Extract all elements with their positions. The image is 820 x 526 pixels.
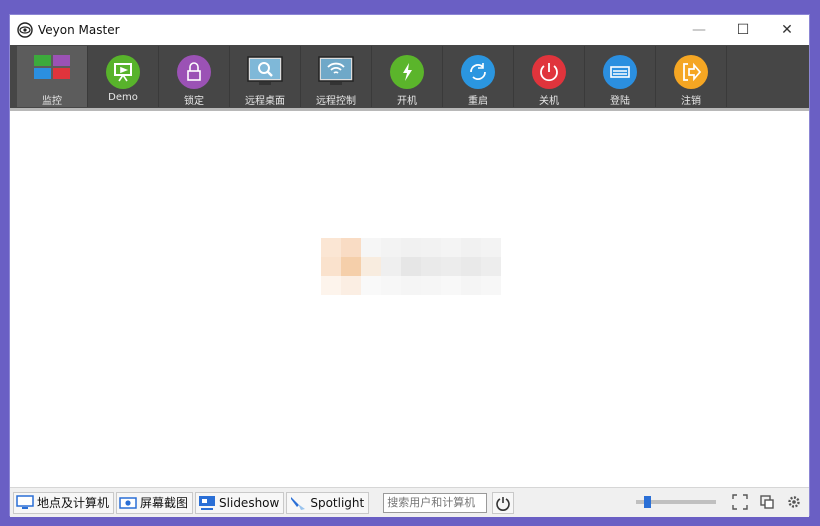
lock-icon bbox=[177, 55, 211, 89]
power-menu-button[interactable] bbox=[492, 491, 515, 514]
computer-monitoring-area[interactable] bbox=[10, 111, 809, 487]
main-toolbar: 监控 Demo 锁定 远程桌面 远程控制 开机 重启 关机 登陆 注销 bbox=[10, 45, 809, 108]
search-input[interactable] bbox=[383, 492, 488, 513]
toolbar-lock-button[interactable]: 锁定 bbox=[159, 46, 230, 107]
toolbar-login-button[interactable]: 登陆 bbox=[585, 46, 656, 107]
title-bar: Veyon Master — ☐ ✕ bbox=[10, 15, 809, 45]
maximize-button[interactable]: ☐ bbox=[721, 15, 765, 45]
power-icon bbox=[496, 496, 511, 511]
toolbar-remote-view-button[interactable]: 远程桌面 bbox=[230, 46, 301, 107]
remote-view-icon bbox=[247, 56, 283, 85]
toolbar-monitoring-button[interactable]: 监控 bbox=[17, 46, 88, 107]
arrange-button[interactable] bbox=[756, 492, 778, 512]
slideshow-icon bbox=[199, 495, 216, 510]
toolbar-remote-control-button[interactable]: 远程控制 bbox=[301, 46, 372, 107]
screenshot-icon bbox=[119, 496, 137, 509]
toolbar-label: 关机 bbox=[539, 96, 559, 107]
power-off-icon bbox=[532, 55, 566, 89]
blurred-placeholder-image bbox=[321, 238, 501, 295]
gear-icon bbox=[788, 496, 800, 508]
toolbar-label: 注销 bbox=[681, 96, 701, 107]
toolbar-power-on-button[interactable]: 开机 bbox=[372, 46, 443, 107]
toolbar-logout-button[interactable]: 注销 bbox=[656, 46, 727, 107]
fit-view-icon bbox=[732, 494, 748, 510]
toolbar-label: 开机 bbox=[397, 96, 417, 107]
computer-monitor-icon bbox=[16, 494, 34, 509]
auto-fit-button[interactable] bbox=[729, 492, 751, 512]
demo-presentation-icon bbox=[106, 55, 140, 89]
monitor-grid-icon bbox=[34, 55, 70, 79]
window-controls: — ☐ ✕ bbox=[677, 15, 809, 45]
toolbar-label: 锁定 bbox=[184, 96, 204, 107]
screenshots-panel-button[interactable]: 屏幕截图 bbox=[116, 491, 194, 514]
toolbar-label: 监控 bbox=[42, 96, 62, 107]
slideshow-label: Slideshow bbox=[219, 495, 280, 510]
zoom-slider[interactable] bbox=[636, 496, 716, 508]
screenshots-label: 屏幕截图 bbox=[140, 496, 189, 510]
minimize-button[interactable]: — bbox=[677, 15, 721, 45]
zoom-slider-handle[interactable] bbox=[644, 496, 651, 508]
toolbar-reboot-button[interactable]: 重启 bbox=[443, 46, 514, 107]
toolbar-label: Demo bbox=[108, 92, 138, 103]
settings-button[interactable] bbox=[783, 492, 805, 512]
arrange-icon bbox=[760, 495, 774, 509]
toolbar-label: 重启 bbox=[468, 96, 488, 107]
view-controls bbox=[636, 492, 805, 512]
toolbar-label: 登陆 bbox=[610, 96, 630, 107]
spotlight-icon bbox=[291, 496, 306, 510]
toolbar-power-off-button[interactable]: 关机 bbox=[514, 46, 585, 107]
toolbar-demo-button[interactable]: Demo bbox=[88, 46, 159, 107]
window-title: Veyon Master bbox=[38, 23, 120, 37]
logout-icon bbox=[674, 55, 708, 89]
remote-control-icon bbox=[318, 56, 354, 85]
spotlight-label: Spotlight bbox=[310, 495, 365, 510]
maximize-icon: ☐ bbox=[736, 22, 750, 38]
locations-panel-button[interactable]: 地点及计算机 bbox=[13, 491, 115, 514]
toolbar-label: 远程桌面 bbox=[245, 96, 285, 107]
minimize-icon: — bbox=[692, 22, 706, 38]
toolbar-label: 远程控制 bbox=[316, 96, 356, 107]
power-on-icon bbox=[390, 55, 424, 89]
main-window: Veyon Master — ☐ ✕ 监控 Demo 锁定 远程桌面 远程控制 … bbox=[9, 14, 810, 517]
close-button[interactable]: ✕ bbox=[765, 15, 809, 45]
login-icon bbox=[603, 55, 637, 89]
slideshow-button[interactable]: Slideshow bbox=[195, 491, 285, 514]
locations-label: 地点及计算机 bbox=[37, 496, 110, 510]
veyon-eye-icon bbox=[17, 22, 33, 38]
close-icon: ✕ bbox=[781, 22, 793, 38]
status-bar: 地点及计算机 屏幕截图 Slideshow Spotlight bbox=[10, 487, 809, 517]
reboot-icon bbox=[461, 55, 495, 89]
spotlight-button[interactable]: Spotlight bbox=[286, 491, 370, 514]
